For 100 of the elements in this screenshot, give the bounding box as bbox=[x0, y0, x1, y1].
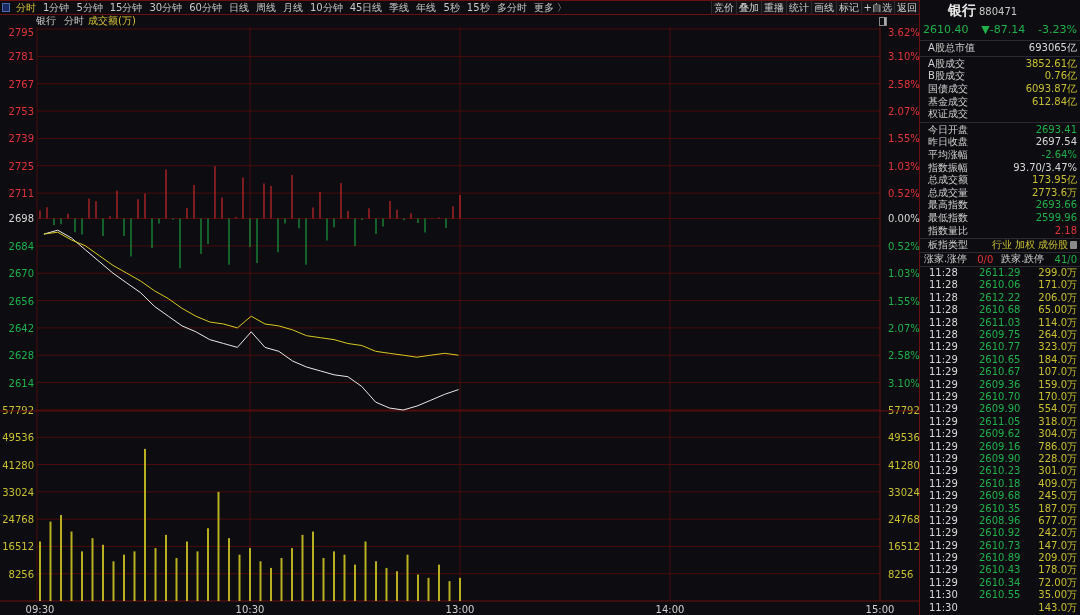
toolbar-button[interactable]: 重播 bbox=[760, 1, 786, 14]
volume-bar bbox=[301, 534, 304, 601]
y-axis-label: 16512 bbox=[2, 541, 34, 553]
y-axis-label: 2739 bbox=[8, 133, 34, 145]
tick-volume: 301.0万 bbox=[1038, 465, 1077, 478]
period-tab[interactable]: 年线 bbox=[414, 1, 439, 14]
last-price: 2610.40 bbox=[923, 23, 969, 36]
tick-volume: 187.0万 bbox=[1038, 502, 1077, 515]
stat-value: 2773.6万 bbox=[1032, 186, 1077, 199]
y-axis-label: 2781 bbox=[8, 51, 34, 63]
breadth-label: 涨家.涨停 bbox=[924, 253, 968, 266]
period-tab[interactable]: 周线 bbox=[253, 1, 278, 14]
period-tab[interactable]: 5分钟 bbox=[74, 1, 105, 14]
period-tab[interactable]: 日线 bbox=[226, 1, 251, 14]
y-axis-label: 2642 bbox=[8, 322, 34, 334]
y-axis-label: 41280 bbox=[2, 459, 34, 471]
volume-bar bbox=[133, 551, 136, 601]
percent-axis-label: 2.07% bbox=[888, 322, 920, 334]
period-tab[interactable]: 60分钟 bbox=[187, 1, 224, 14]
y-axis-label: 2698 bbox=[8, 213, 34, 225]
tick-time: 11:29 bbox=[929, 539, 959, 552]
volume-bar bbox=[112, 561, 115, 601]
period-tab[interactable]: 季线 bbox=[387, 1, 412, 14]
period-tab[interactable]: 15分钟 bbox=[107, 1, 145, 14]
tick-time: 11:29 bbox=[929, 440, 959, 453]
index-code: 880471 bbox=[979, 5, 1018, 19]
percent-axis-label: 1.03% bbox=[888, 268, 920, 280]
toolbar-button[interactable]: 画线 bbox=[810, 1, 836, 14]
panel-icon[interactable] bbox=[2, 3, 10, 12]
time-axis-label: 14:00 bbox=[655, 604, 685, 615]
y-axis-label: 8256 bbox=[8, 568, 34, 580]
tick-price: 2611.29 bbox=[979, 267, 1022, 280]
tick-volume: 114.0万 bbox=[1038, 316, 1077, 329]
breadth-label: 跌家.跌停 bbox=[1001, 253, 1045, 266]
tick-volume: 318.0万 bbox=[1038, 415, 1077, 428]
tick-volume: 228.0万 bbox=[1038, 452, 1077, 465]
tick-price: 2610.68 bbox=[979, 304, 1022, 317]
tick-time: 11:29 bbox=[929, 378, 959, 391]
stat-label: 今日开盘 bbox=[928, 123, 968, 136]
toolbar-button[interactable]: 竞价 bbox=[710, 1, 736, 14]
tick-volume: 409.0万 bbox=[1038, 477, 1077, 490]
volume-bar bbox=[196, 551, 199, 601]
period-tab[interactable]: 分时 bbox=[14, 1, 38, 14]
period-tab[interactable]: 更多 〉 bbox=[531, 1, 569, 14]
tick-time: 11:29 bbox=[929, 452, 959, 465]
volume-axis-label: 41280 bbox=[888, 459, 920, 471]
volume-bar bbox=[259, 561, 262, 601]
tick-price: 2609.90 bbox=[979, 452, 1022, 465]
volume-bar bbox=[154, 548, 157, 601]
volume-bar bbox=[385, 567, 388, 601]
stat-label: 指数量比 bbox=[928, 224, 968, 237]
toolbar-button[interactable]: 返回 bbox=[894, 1, 919, 14]
tick-time: 11:29 bbox=[929, 403, 959, 416]
toolbar-button[interactable]: 叠加 bbox=[735, 1, 761, 14]
grid-icon[interactable] bbox=[1070, 241, 1077, 250]
tick-time: 11:29 bbox=[929, 527, 959, 540]
index-name: 银行 bbox=[948, 2, 976, 19]
y-axis-label: 24768 bbox=[2, 514, 34, 526]
tick-volume: 245.0万 bbox=[1038, 490, 1077, 503]
period-tab[interactable]: 月线 bbox=[280, 1, 305, 14]
percent-axis-label: 1.55% bbox=[888, 295, 920, 307]
time-axis-label: 15:00 bbox=[865, 604, 895, 615]
tick-time: 11:28 bbox=[929, 329, 959, 342]
stat-label: 总成交量 bbox=[928, 186, 968, 199]
maximize-icon[interactable] bbox=[879, 17, 887, 26]
period-tab[interactable]: 10分钟 bbox=[307, 1, 345, 14]
y-axis-label: 2656 bbox=[8, 295, 34, 307]
period-tab[interactable]: 30分钟 bbox=[147, 1, 185, 14]
stat-value: 2.18 bbox=[1054, 224, 1077, 237]
y-axis-label: 2670 bbox=[8, 268, 34, 280]
toolbar-button[interactable]: 统计 bbox=[785, 1, 811, 14]
volume-bar bbox=[238, 554, 241, 601]
breadth-value: 0/0 bbox=[977, 253, 994, 265]
volume-axis-label: 24768 bbox=[888, 514, 920, 526]
percent-axis-label: 0.00% bbox=[888, 213, 920, 225]
tick-volume: 147.0万 bbox=[1038, 539, 1077, 552]
tick-price: 2609.75 bbox=[979, 329, 1022, 342]
period-tab[interactable]: 1分钟 bbox=[41, 1, 72, 14]
breadth-value: 41/0 bbox=[1054, 253, 1077, 265]
tick-price: 2611.05 bbox=[979, 415, 1022, 428]
period-tab[interactable]: 多分时 bbox=[494, 1, 529, 14]
volume-bar bbox=[427, 577, 430, 601]
tick-price: 2610.67 bbox=[979, 366, 1022, 379]
percent-axis-label: 2.07% bbox=[888, 106, 920, 118]
tick-price: 2610.92 bbox=[979, 527, 1022, 540]
y-axis-label: 2684 bbox=[8, 240, 34, 252]
tick-time: 11:28 bbox=[929, 291, 959, 304]
tick-price: 2610.35 bbox=[979, 502, 1022, 515]
toolbar-button[interactable]: +自选 bbox=[860, 1, 894, 14]
price-change: ▼-87.14 bbox=[981, 23, 1026, 36]
period-tab[interactable]: 15秒 bbox=[464, 1, 492, 14]
stat-label: 最低指数 bbox=[928, 212, 968, 224]
tick-volume: 72.00万 bbox=[1038, 576, 1077, 589]
period-tab[interactable]: 5秒 bbox=[441, 1, 462, 14]
y-axis-label: 2614 bbox=[8, 377, 34, 389]
period-tab[interactable]: 45日线 bbox=[347, 1, 385, 14]
time-axis-label: 09:30 bbox=[25, 604, 55, 615]
chart-mode: 分时 bbox=[64, 15, 84, 27]
percent-axis-label: 3.62% bbox=[888, 27, 920, 38]
toolbar-button[interactable]: 标记 bbox=[835, 1, 861, 14]
